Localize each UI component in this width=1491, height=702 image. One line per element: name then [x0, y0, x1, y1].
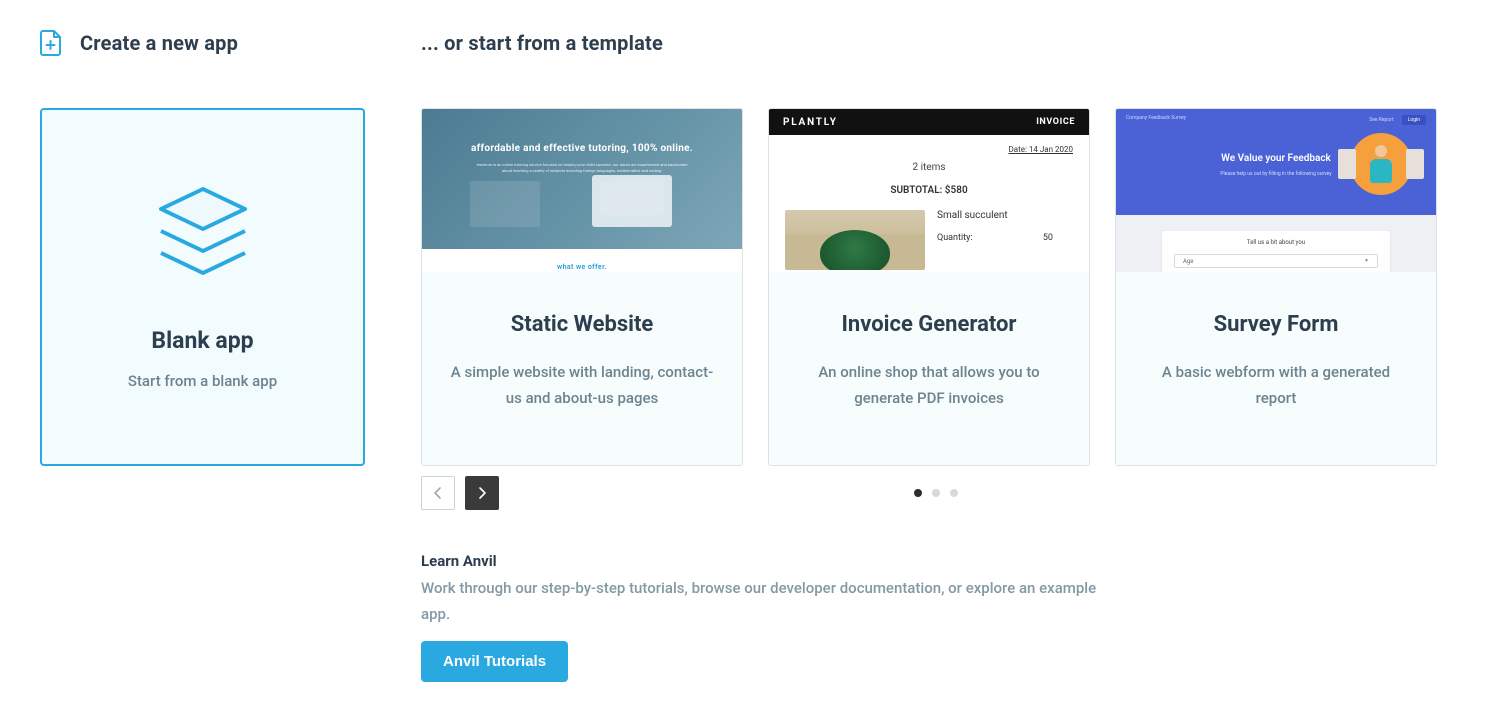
template-thumb: affordable and effective tutoring, 100% …	[422, 109, 742, 272]
thumb-select: Age	[1174, 254, 1378, 268]
thumb-items: 2 items	[785, 162, 1073, 173]
learn-heading: Learn Anvil	[421, 552, 1121, 570]
templates-heading: ... or start from a template	[421, 28, 1451, 58]
pagination-dots	[914, 489, 958, 497]
templates-row: affordable and effective tutoring, 100% …	[421, 108, 1451, 466]
pagination-dot[interactable]	[914, 489, 922, 497]
thumb-product-name: Small succulent	[937, 210, 1073, 221]
thumb-laptop-placeholder	[592, 175, 672, 227]
thumb-photo-placeholder	[470, 181, 540, 227]
thumb-qty-value: 50	[1043, 233, 1053, 243]
thumb-brand: PLANTLY	[783, 117, 838, 128]
chevron-left-icon	[433, 486, 443, 500]
template-thumb: Company Feedback Survey See Report Login…	[1116, 109, 1436, 272]
template-desc: A basic webform with a generated report	[1144, 359, 1408, 412]
thumb-offer: what we offer.	[422, 249, 742, 271]
blank-app-card[interactable]: Blank app Start from a blank app	[40, 108, 365, 466]
learn-body: Work through our step-by-step tutorials,…	[421, 576, 1121, 627]
thumb-top-link: See Report	[1369, 117, 1393, 123]
thumb-hero-title: affordable and effective tutoring, 100% …	[471, 143, 693, 154]
thumb-product-image	[785, 210, 925, 270]
prev-button[interactable]	[421, 476, 455, 510]
template-desc: An online shop that allows you to genera…	[797, 359, 1061, 412]
learn-block: Learn Anvil Work through our step-by-ste…	[421, 552, 1121, 682]
template-desc: A simple website with landing, contact-u…	[450, 359, 714, 412]
new-file-icon	[40, 30, 62, 56]
chevron-right-icon	[477, 486, 487, 500]
template-card-invoice-generator[interactable]: PLANTLY INVOICE Date: 14 Jan 2020 2 item…	[768, 108, 1090, 466]
template-title: Static Website	[450, 312, 714, 337]
template-thumb: PLANTLY INVOICE Date: 14 Jan 2020 2 item…	[769, 109, 1089, 272]
blank-app-title: Blank app	[151, 327, 253, 354]
template-card-static-website[interactable]: affordable and effective tutoring, 100% …	[421, 108, 743, 466]
thumb-date: Date: 14 Jan 2020	[785, 145, 1073, 154]
thumb-qty-label: Quantity:	[937, 233, 973, 243]
thumb-top-left: Company Feedback Survey	[1126, 115, 1186, 121]
thumb-person-icon	[1370, 145, 1392, 185]
thumb-login-btn: Login	[1402, 115, 1426, 125]
next-button[interactable]	[465, 476, 499, 510]
pagination-dot[interactable]	[932, 489, 940, 497]
layers-icon	[153, 185, 253, 287]
thumb-card-title: Tell us a bit about you	[1174, 239, 1378, 246]
template-title: Survey Form	[1144, 312, 1408, 337]
pagination-dot[interactable]	[950, 489, 958, 497]
create-heading: Create a new app	[80, 31, 238, 55]
template-card-survey-form[interactable]: Company Feedback Survey See Report Login…	[1115, 108, 1437, 466]
template-title: Invoice Generator	[797, 312, 1061, 337]
thumb-hero-sub: teachme is an online tutoring service fo…	[472, 162, 692, 174]
blank-app-subtitle: Start from a blank app	[128, 372, 277, 390]
carousel-nav	[421, 476, 1451, 510]
thumb-subtotal: SUBTOTAL: $580	[785, 185, 1073, 196]
thumb-invoice-label: INVOICE	[1036, 117, 1075, 127]
tutorials-button[interactable]: Anvil Tutorials	[421, 641, 568, 682]
create-header: Create a new app	[40, 28, 365, 58]
